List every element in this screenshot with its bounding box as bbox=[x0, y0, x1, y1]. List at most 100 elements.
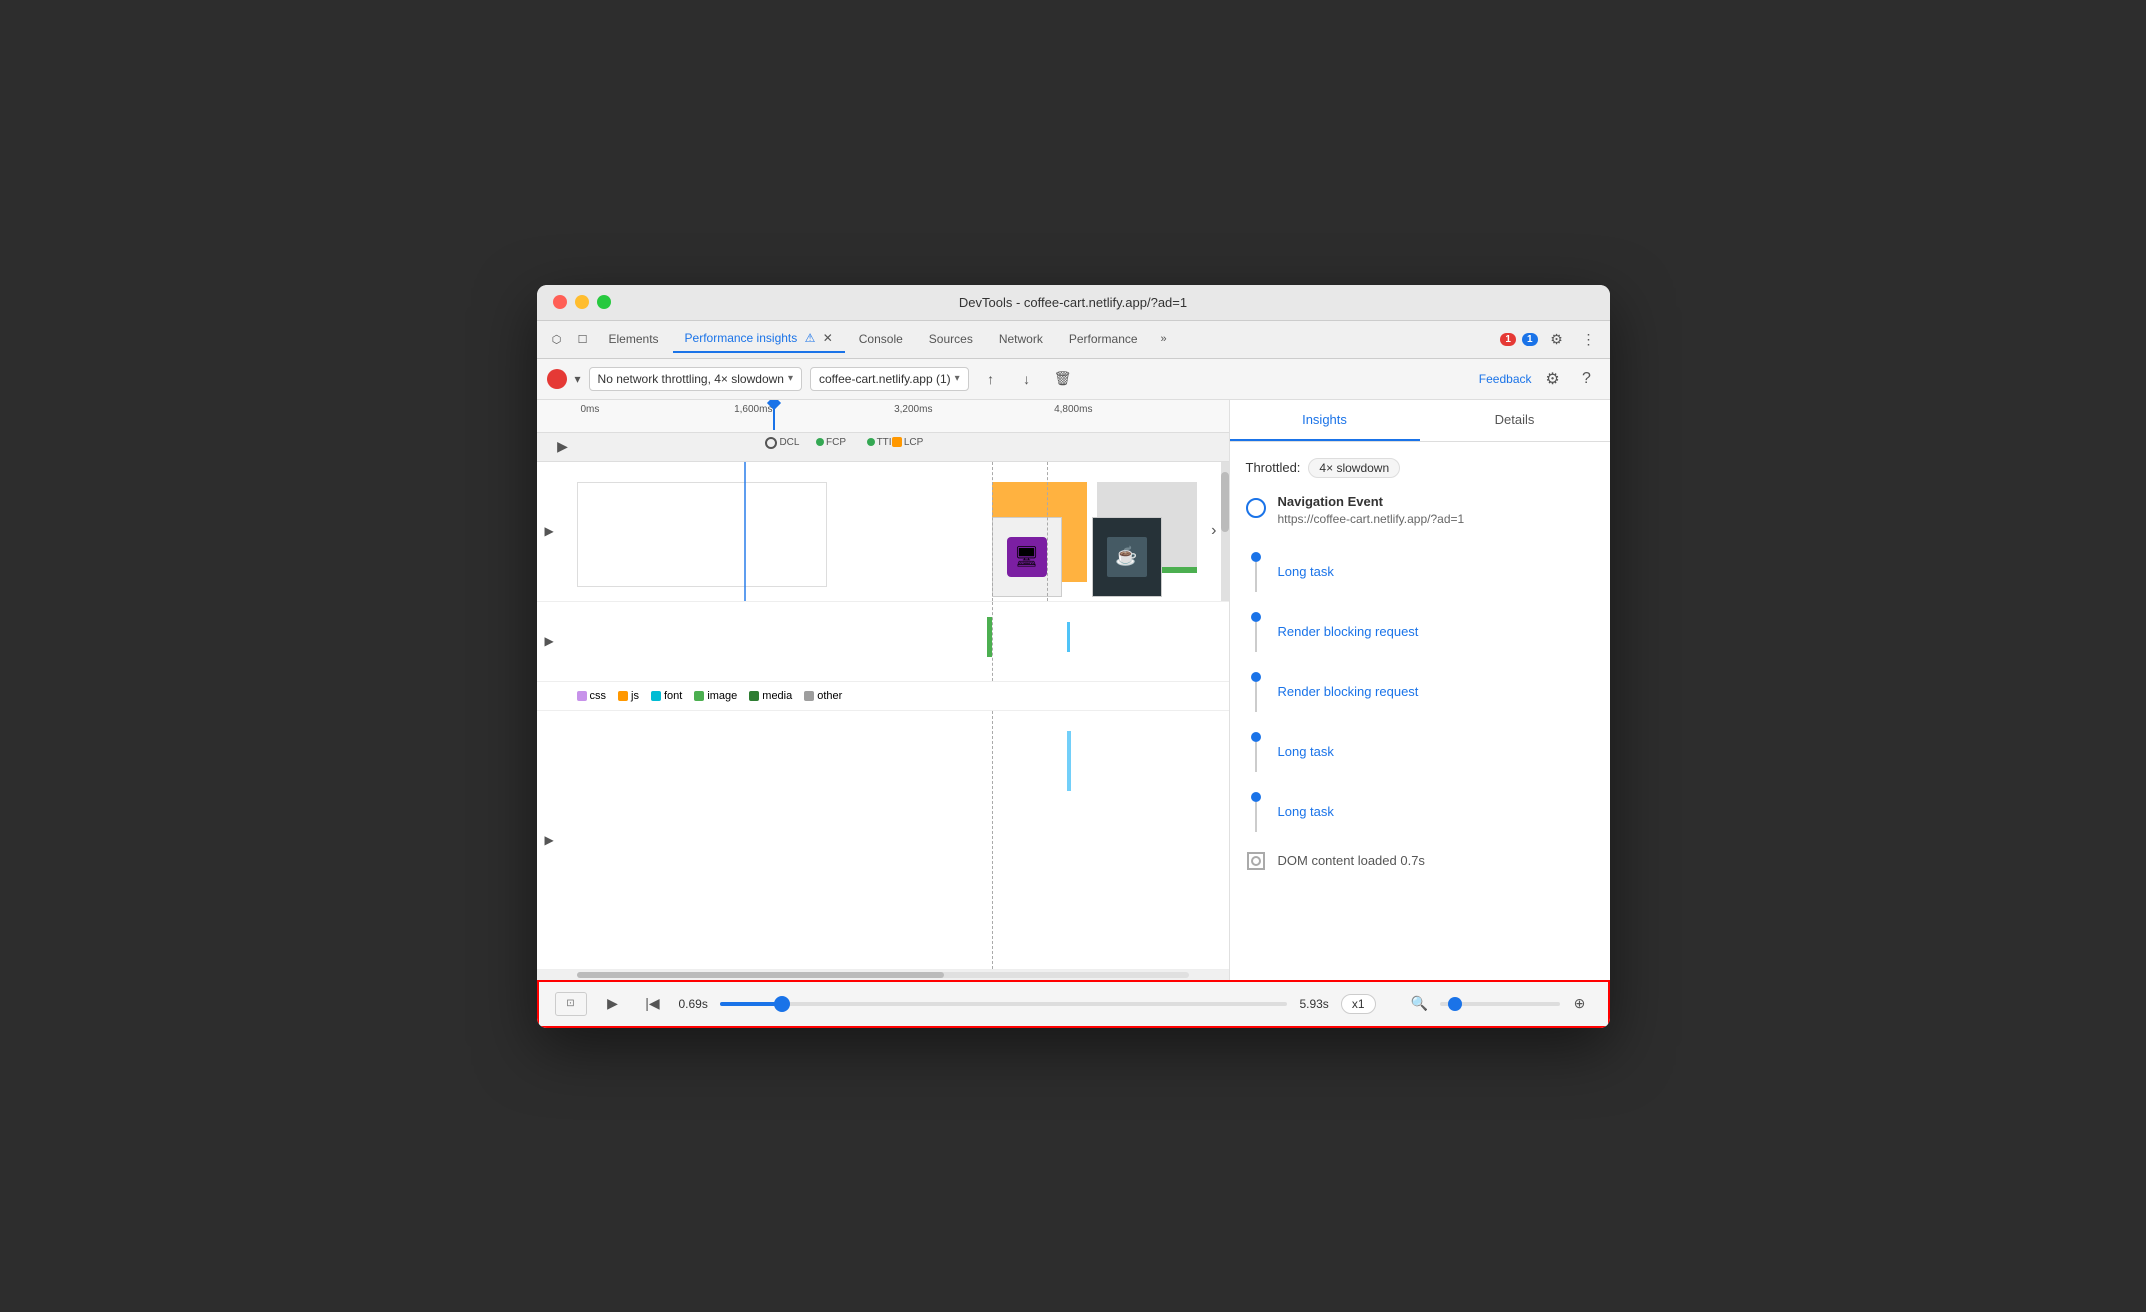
fcp-marker: FCP bbox=[816, 437, 846, 448]
expand-network[interactable]: ▶ bbox=[545, 634, 554, 648]
time-markers: 0ms 1,600ms 3,200ms 4,800ms bbox=[581, 404, 1221, 428]
legend-row: css js font image media bbox=[537, 682, 1229, 711]
milestone-markers: DCL FCP TTI LCP bbox=[589, 437, 1221, 457]
expand-arrow[interactable]: ▶ bbox=[557, 438, 568, 455]
timeline-dot bbox=[1251, 612, 1261, 622]
scroll-right-icon[interactable]: › bbox=[1211, 522, 1216, 540]
insight-item-2: Render blocking request bbox=[1246, 662, 1594, 722]
expand-activity[interactable]: ▶ bbox=[545, 833, 554, 847]
minimize-button[interactable] bbox=[575, 295, 589, 309]
timeline-panel: 0ms 1,600ms 3,200ms 4,800ms ▶ bbox=[537, 400, 1230, 980]
zoom-controls: 🔍 ⊕ bbox=[1408, 992, 1592, 1016]
download-button[interactable]: ↓ bbox=[1013, 365, 1041, 393]
other-color bbox=[804, 691, 814, 701]
tab-details[interactable]: Details bbox=[1420, 400, 1610, 441]
tab-insights[interactable]: Insights bbox=[1230, 400, 1420, 441]
zoom-out-icon[interactable]: 🔍 bbox=[1408, 992, 1432, 1016]
scrubber-thumb[interactable] bbox=[774, 996, 790, 1012]
tab-performance[interactable]: Performance bbox=[1057, 326, 1150, 352]
dashed-line-2 bbox=[1047, 462, 1048, 601]
settings-icon[interactable]: ⚙ bbox=[1544, 326, 1570, 352]
nav-circle-icon bbox=[1246, 498, 1266, 518]
timeline-dot bbox=[1251, 792, 1261, 802]
long-task-link-3[interactable]: Long task bbox=[1278, 804, 1334, 819]
tab-bar: ⬡ ☐ Elements Performance insights ⚠ ✕ Co… bbox=[537, 321, 1610, 359]
record-button[interactable] bbox=[547, 369, 567, 389]
css-color bbox=[577, 691, 587, 701]
screenshot-toggle-icon[interactable]: ⊡ bbox=[555, 992, 587, 1016]
tab-icons: 1 1 ⚙ ⋮ bbox=[1500, 326, 1601, 352]
tti-marker: TTI bbox=[867, 437, 892, 448]
legend-image: image bbox=[694, 690, 737, 702]
render-blocking-link-1[interactable]: Render blocking request bbox=[1278, 624, 1419, 639]
more-options-icon[interactable]: ⋮ bbox=[1576, 326, 1602, 352]
more-tabs-icon[interactable]: » bbox=[1152, 327, 1176, 351]
tab-performance-insights[interactable]: Performance insights ⚠ ✕ bbox=[673, 325, 845, 353]
insight-item-4: Long task bbox=[1246, 782, 1594, 842]
cursor-icon[interactable]: ⬡ bbox=[545, 327, 569, 351]
h-scroll-thumb[interactable] bbox=[577, 972, 944, 978]
time-marker-1600: 1,600ms bbox=[734, 404, 772, 415]
insights-panel: Insights Details Throttled: 4× slowdown bbox=[1230, 400, 1610, 980]
tab-network[interactable]: Network bbox=[987, 326, 1055, 352]
nav-event-url: https://coffee-cart.netlify.app/?ad=1 bbox=[1278, 512, 1594, 526]
throttled-row: Throttled: 4× slowdown bbox=[1246, 458, 1594, 478]
time-marker-0: 0ms bbox=[581, 404, 600, 415]
insight-item-0: Long task bbox=[1246, 542, 1594, 602]
target-dropdown[interactable]: coffee-cart.netlify.app (1) ▾ bbox=[810, 367, 969, 391]
inspect-icon[interactable]: ☐ bbox=[571, 327, 595, 351]
upload-button[interactable]: ↑ bbox=[977, 365, 1005, 393]
timeline-connector bbox=[1246, 672, 1266, 712]
legend-css: css bbox=[577, 690, 607, 702]
timeline-connector bbox=[1246, 612, 1266, 652]
maximize-button[interactable] bbox=[597, 295, 611, 309]
delete-button[interactable]: 🗑 bbox=[1049, 365, 1077, 393]
screenshot-1: 🖥 bbox=[992, 517, 1062, 597]
legend-other: other bbox=[804, 690, 842, 702]
zoom-track[interactable] bbox=[1440, 1002, 1560, 1006]
timeline-line bbox=[1255, 562, 1257, 592]
long-task-link-1[interactable]: Long task bbox=[1278, 564, 1334, 579]
error-badge: 1 bbox=[1500, 333, 1516, 346]
font-color bbox=[651, 691, 661, 701]
network-throttle-dropdown[interactable]: No network throttling, 4× slowdown ▾ bbox=[589, 367, 802, 391]
tab-console[interactable]: Console bbox=[847, 326, 915, 352]
milestone-bar: ▶ DCL FCP TTI bbox=[537, 433, 1229, 462]
scrollbar-thumb[interactable] bbox=[1221, 472, 1229, 532]
timeline-connector bbox=[1246, 552, 1266, 592]
scrubber-track bbox=[720, 1002, 1288, 1006]
feedback-link[interactable]: Feedback bbox=[1479, 372, 1532, 386]
zoom-thumb[interactable] bbox=[1448, 997, 1462, 1011]
time-markers-row: 0ms 1,600ms 3,200ms 4,800ms bbox=[537, 400, 1229, 433]
insight-item-3: Long task bbox=[1246, 722, 1594, 782]
skip-to-start-icon[interactable]: |◀ bbox=[639, 990, 667, 1018]
play-button[interactable]: ▶ bbox=[599, 990, 627, 1018]
bottom-controls: ⊡ ▶ |◀ 0.69s 5.93s x1 🔍 ⊕ bbox=[537, 980, 1610, 1028]
settings-gear-icon[interactable]: ⚙ bbox=[1540, 366, 1566, 392]
dcl-circle bbox=[1247, 852, 1265, 870]
tab-elements[interactable]: Elements bbox=[597, 326, 671, 352]
long-task-link-2[interactable]: Long task bbox=[1278, 744, 1334, 759]
tab-sources[interactable]: Sources bbox=[917, 326, 985, 352]
dashed-line-4 bbox=[992, 711, 993, 969]
zoom-in-icon[interactable]: ⊕ bbox=[1568, 992, 1592, 1016]
timeline-dot bbox=[1251, 552, 1261, 562]
nav-event-icon bbox=[1246, 496, 1266, 526]
playback-speed-badge[interactable]: x1 bbox=[1341, 994, 1376, 1014]
timeline-line bbox=[1255, 802, 1257, 832]
record-dropdown[interactable]: ▾ bbox=[575, 372, 581, 386]
timeline-line bbox=[1255, 742, 1257, 772]
dcl-inner-circle bbox=[1251, 856, 1261, 866]
render-blocking-link-2[interactable]: Render blocking request bbox=[1278, 684, 1419, 699]
timeline-connector bbox=[1246, 732, 1266, 772]
chevron-down-icon: ▾ bbox=[955, 373, 960, 384]
title-bar: DevTools - coffee-cart.netlify.app/?ad=1 bbox=[537, 285, 1610, 321]
media-color bbox=[749, 691, 759, 701]
close-button[interactable] bbox=[553, 295, 567, 309]
help-icon[interactable]: ? bbox=[1574, 366, 1600, 392]
time-scrubber[interactable] bbox=[720, 1002, 1288, 1006]
timeline-connector bbox=[1246, 792, 1266, 832]
expand-filmstrip[interactable]: ▶ bbox=[545, 524, 554, 538]
window-title: DevTools - coffee-cart.netlify.app/?ad=1 bbox=[959, 295, 1187, 310]
legend-js: js bbox=[618, 690, 639, 702]
